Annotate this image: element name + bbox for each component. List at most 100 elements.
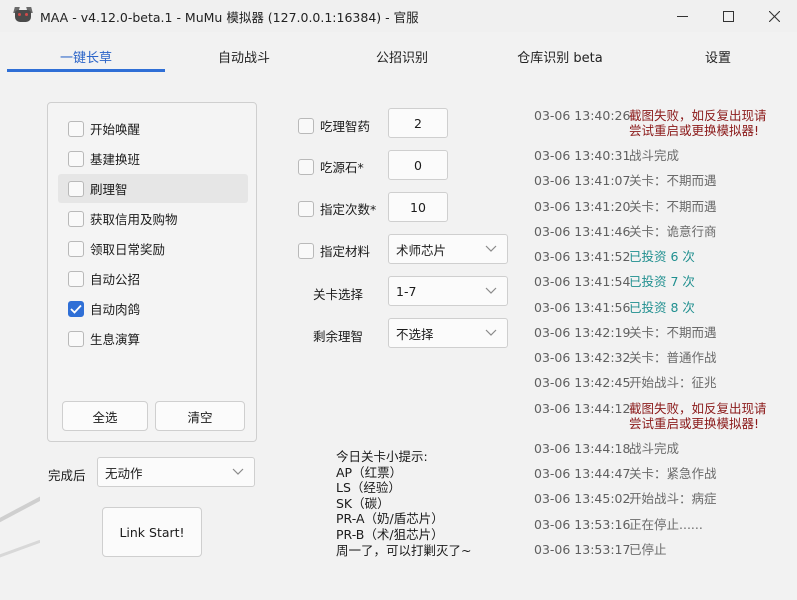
task-label: 基建换班 <box>90 152 141 167</box>
task-item-mall[interactable]: 获取信用及购物 <box>58 204 248 233</box>
log-time: 03-06 13:42:45 <box>534 375 631 390</box>
chevron-down-icon <box>485 245 497 252</box>
task-checkbox[interactable] <box>68 330 84 347</box>
chevron-down-icon <box>232 468 244 475</box>
log-time: 03-06 13:44:47 <box>534 466 631 481</box>
times-row: 指定次数* <box>298 199 376 218</box>
task-checkbox[interactable] <box>68 120 84 137</box>
log-entry: 03-06 13:40:31 战斗完成 <box>534 148 769 163</box>
remaining-select[interactable]: 不选择 <box>388 318 508 348</box>
log-message: 已投资 6 次 <box>629 249 695 264</box>
log-message: 正在停止...... <box>629 517 703 532</box>
maximize-button[interactable] <box>705 0 751 32</box>
task-label: 领取日常奖励 <box>90 242 166 257</box>
medicine-checkbox[interactable] <box>298 117 314 134</box>
log-message: 关卡：不期而遇 <box>629 325 717 340</box>
task-item-recruit[interactable]: 自动公招 <box>58 264 248 293</box>
log-message: 截图失败，如反复出现请尝试重启或更换模拟器! <box>629 401 767 431</box>
remaining-value: 不选择 <box>396 326 434 342</box>
task-label: 生息演算 <box>90 332 141 347</box>
material-row: 指定材料 <box>298 241 370 260</box>
minimize-button[interactable] <box>659 0 705 32</box>
task-label: 获取信用及购物 <box>90 212 178 227</box>
close-icon <box>768 10 780 22</box>
log-time: 03-06 13:41:20 <box>534 199 631 214</box>
log-entry: 03-06 13:41:52 已投资 6 次 <box>534 249 769 264</box>
log-time: 03-06 13:53:17 <box>534 542 631 557</box>
log-entry: 03-06 13:44:12 截图失败，如反复出现请尝试重启或更换模拟器! <box>534 401 769 431</box>
log-message: 战斗完成 <box>629 441 680 456</box>
stage-tips: 今日关卡小提示: AP（红票） LS（经验） SK（碳） PR-A（奶/盾芯片）… <box>336 449 506 558</box>
minimize-icon <box>676 15 688 17</box>
task-item-fight[interactable]: 刷理智 <box>58 174 248 203</box>
tab-recruit[interactable]: 公招识别 <box>323 40 481 72</box>
tab-farming[interactable]: 一键长草 <box>7 40 165 72</box>
log-entry: 03-06 13:44:47 关卡：紧急作战 <box>534 466 769 481</box>
stone-row: 吃源石* <box>298 157 364 176</box>
task-list-panel: 开始唤醒 基建换班 刷理智 获取信用及购物 领取日常奖励 自动公招 自动肉鸽 生… <box>47 102 257 442</box>
medicine-row: 吃理智药 <box>298 116 370 135</box>
log-time: 03-06 13:44:12 <box>534 401 631 416</box>
log-time: 03-06 13:42:19 <box>534 325 631 340</box>
task-checkbox[interactable] <box>68 300 84 317</box>
tip-line: PR-B（术/狙芯片） <box>336 526 444 542</box>
task-item-infrast[interactable]: 基建换班 <box>58 144 248 173</box>
medicine-input[interactable]: 2 <box>388 108 448 138</box>
stone-label: 吃源石* <box>320 160 364 175</box>
log-time: 03-06 13:40:31 <box>534 148 631 163</box>
task-item-wakeup[interactable]: 开始唤醒 <box>58 114 248 143</box>
task-checkbox[interactable] <box>68 180 84 197</box>
tab-settings[interactable]: 设置 <box>639 40 797 72</box>
select-all-button[interactable]: 全选 <box>62 401 148 431</box>
tab-auto-battle[interactable]: 自动战斗 <box>165 40 323 72</box>
tip-line: AP（红票） <box>336 464 403 480</box>
clear-button[interactable]: 清空 <box>155 401 245 431</box>
log-message: 关卡：紧急作战 <box>629 466 717 481</box>
tab-depot[interactable]: 仓库识别 beta <box>481 40 639 72</box>
times-checkbox[interactable] <box>298 200 314 217</box>
log-message: 已投资 7 次 <box>629 274 695 289</box>
task-checkbox[interactable] <box>68 210 84 227</box>
material-select[interactable]: 术师芯片 <box>388 234 508 264</box>
log-time: 03-06 13:41:07 <box>534 173 631 188</box>
stone-input[interactable]: 0 <box>388 150 448 180</box>
task-checkbox[interactable] <box>68 150 84 167</box>
log-message: 截图失败，如反复出现请尝试重启或更换模拟器! <box>629 108 767 138</box>
log-message: 关卡：诡意行商 <box>629 224 717 239</box>
log-entry: 03-06 13:45:02 开始战斗：病症 <box>534 491 769 506</box>
link-start-button[interactable]: Link Start! <box>102 507 202 557</box>
log-message: 已投资 8 次 <box>629 300 695 315</box>
tip-line: 周一了，可以打剿灭了~ <box>336 542 472 558</box>
close-button[interactable] <box>751 0 797 32</box>
window-title: MAA - v4.12.0-beta.1 - MuMu 模拟器 (127.0.0… <box>40 9 419 25</box>
wallpaper-decoration <box>0 360 40 600</box>
log-entry: 03-06 13:40:26 截图失败，如反复出现请尝试重启或更换模拟器! <box>534 108 769 138</box>
log-time: 03-06 13:53:16 <box>534 517 631 532</box>
stage-select[interactable]: 1-7 <box>388 276 508 306</box>
task-checkbox[interactable] <box>68 240 84 257</box>
log-entry: 03-06 13:44:18 战斗完成 <box>534 441 769 456</box>
task-checkbox[interactable] <box>68 270 84 287</box>
times-input[interactable]: 10 <box>388 192 448 222</box>
log-entry: 03-06 13:53:17 已停止 <box>534 542 769 557</box>
stone-checkbox[interactable] <box>298 158 314 175</box>
log-entry: 03-06 13:41:56 已投资 8 次 <box>534 300 769 315</box>
task-label: 开始唤醒 <box>90 122 141 137</box>
log-entry: 03-06 13:41:07 关卡：不期而遇 <box>534 173 769 188</box>
log-time: 03-06 13:41:56 <box>534 300 631 315</box>
task-item-award[interactable]: 领取日常奖励 <box>58 234 248 263</box>
task-item-reclamation[interactable]: 生息演算 <box>58 324 248 353</box>
tip-line: SK（碳） <box>336 495 390 511</box>
task-item-roguelike[interactable]: 自动肉鸽 <box>58 294 248 323</box>
material-checkbox[interactable] <box>298 242 314 259</box>
log-time: 03-06 13:41:52 <box>534 249 631 264</box>
material-value: 术师芯片 <box>396 242 447 258</box>
chevron-down-icon <box>485 287 497 294</box>
log-time: 03-06 13:40:26 <box>534 108 631 123</box>
chevron-down-icon <box>485 329 497 336</box>
log-time: 03-06 13:42:32 <box>534 350 631 365</box>
log-time: 03-06 13:44:18 <box>534 441 631 456</box>
after-complete-select[interactable]: 无动作 <box>97 457 255 487</box>
title-bar: MAA - v4.12.0-beta.1 - MuMu 模拟器 (127.0.0… <box>0 0 797 32</box>
log-entry: 03-06 13:41:20 关卡：不期而遇 <box>534 199 769 214</box>
